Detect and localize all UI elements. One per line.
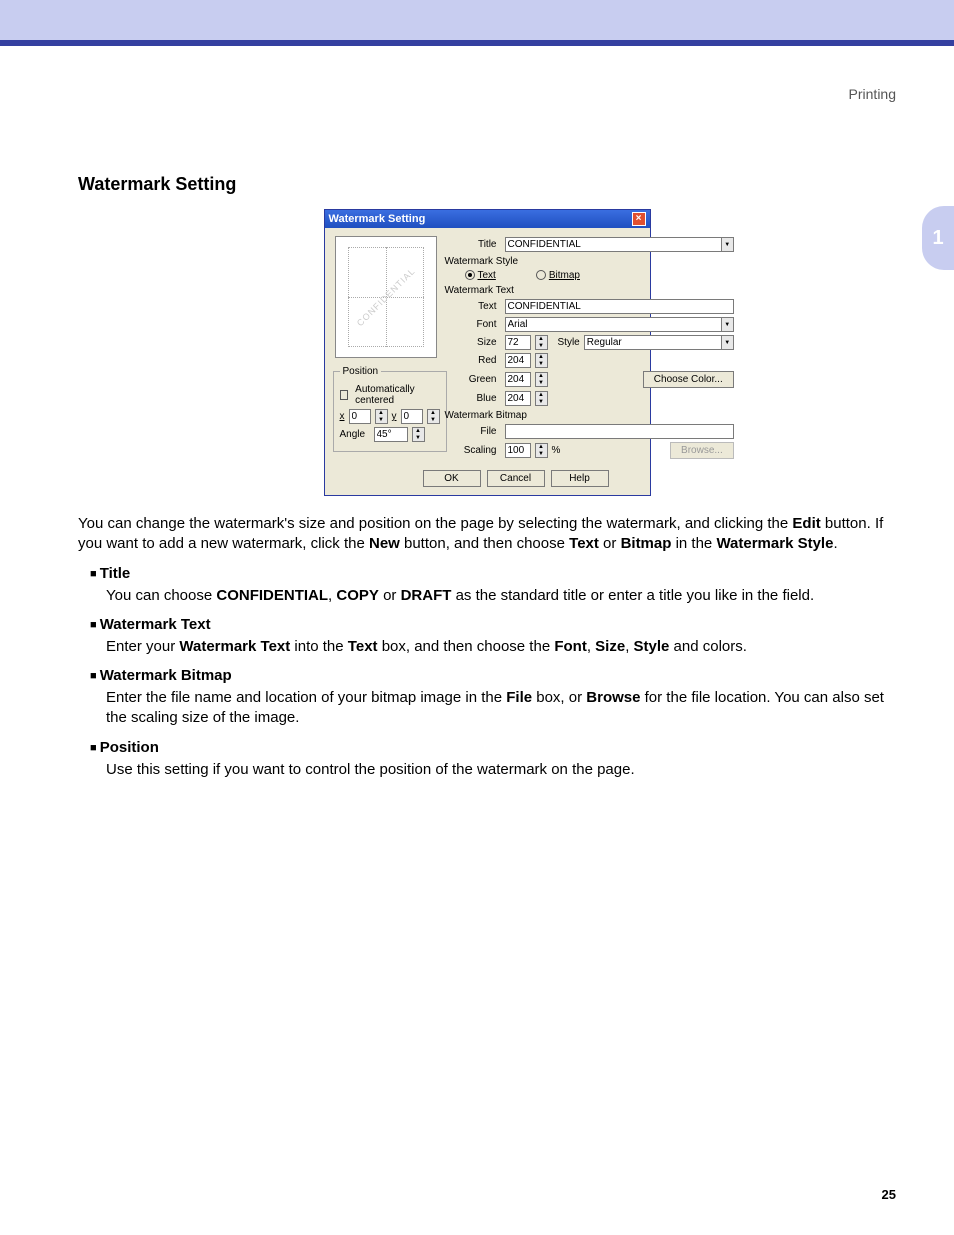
intro-paragraph: You can change the watermark's size and … <box>78 514 896 555</box>
title-combo[interactable] <box>505 237 721 252</box>
green-spinner[interactable]: ▲▼ <box>535 372 548 387</box>
chapter-tab: 1 <box>922 206 954 270</box>
cancel-button[interactable]: Cancel <box>487 470 545 487</box>
style-label: Style <box>558 337 580 348</box>
choose-color-button[interactable]: Choose Color... <box>643 371 734 388</box>
bullet-position: Position <box>90 739 896 756</box>
green-label: Green <box>445 374 501 385</box>
red-spinner[interactable]: ▲▼ <box>535 353 548 368</box>
section-title: Watermark Setting <box>78 174 896 195</box>
auto-center-checkbox[interactable] <box>340 390 349 400</box>
help-button[interactable]: Help <box>551 470 609 487</box>
bullet-watermark-text-body: Enter your Watermark Text into the Text … <box>106 637 896 657</box>
style-text-radio[interactable]: Text <box>465 270 496 281</box>
style-bitmap-radio[interactable]: Bitmap <box>536 270 580 281</box>
title-label: Title <box>445 239 501 250</box>
bullet-title: Title <box>90 565 896 582</box>
auto-center-label: Automatically centered <box>355 384 439 406</box>
style-combo[interactable] <box>584 335 721 350</box>
scaling-label: Scaling <box>445 445 501 456</box>
y-label: y <box>392 411 397 422</box>
file-input[interactable] <box>505 424 734 439</box>
blue-label: Blue <box>445 393 501 404</box>
file-label: File <box>445 426 501 437</box>
browse-button[interactable]: Browse... <box>670 442 734 459</box>
position-legend: Position <box>340 366 382 377</box>
style-group-label: Watermark Style <box>445 256 734 267</box>
angle-spinner[interactable]: ▲▼ <box>412 427 425 442</box>
bullet-position-body: Use this setting if you want to control … <box>106 760 896 780</box>
title-dropdown-icon[interactable]: ▼ <box>721 237 734 252</box>
size-label: Size <box>445 337 501 348</box>
dialog-titlebar: Watermark Setting × <box>325 210 650 228</box>
bullet-watermark-bitmap-body: Enter the file name and location of your… <box>106 688 896 729</box>
page-number: 25 <box>882 1187 896 1202</box>
blue-spinner[interactable]: ▲▼ <box>535 391 548 406</box>
red-input[interactable] <box>505 353 531 368</box>
text-label: Text <box>445 301 501 312</box>
y-input[interactable] <box>401 409 423 424</box>
font-label: Font <box>445 319 501 330</box>
x-label: x <box>340 411 345 422</box>
text-input[interactable] <box>505 299 734 314</box>
top-header-strip <box>0 0 954 46</box>
position-group: Position Automatically centered x ▲▼ y <box>333 366 447 452</box>
dialog-title: Watermark Setting <box>329 210 426 228</box>
size-input[interactable] <box>505 335 531 350</box>
size-spinner[interactable]: ▲▼ <box>535 335 548 350</box>
ok-button[interactable]: OK <box>423 470 481 487</box>
y-spinner[interactable]: ▲▼ <box>427 409 440 424</box>
close-icon[interactable]: × <box>632 212 646 226</box>
running-header: Printing <box>849 86 896 102</box>
bullet-title-body: You can choose CONFIDENTIAL, COPY or DRA… <box>106 586 896 606</box>
x-spinner[interactable]: ▲▼ <box>375 409 388 424</box>
style-dropdown-icon[interactable]: ▼ <box>721 335 734 350</box>
red-label: Red <box>445 355 501 366</box>
x-input[interactable] <box>349 409 371 424</box>
watermark-preview: CONFIDENTIAL <box>335 236 437 358</box>
scaling-input[interactable] <box>505 443 531 458</box>
font-dropdown-icon[interactable]: ▼ <box>721 317 734 332</box>
font-combo[interactable] <box>505 317 721 332</box>
watermark-setting-dialog: Watermark Setting × CONFIDENTIAL Positio… <box>324 209 651 496</box>
scaling-spinner[interactable]: ▲▼ <box>535 443 548 458</box>
angle-input[interactable] <box>374 427 408 442</box>
blue-input[interactable] <box>505 391 531 406</box>
bullet-watermark-text: Watermark Text <box>90 616 896 633</box>
bullet-watermark-bitmap: Watermark Bitmap <box>90 667 896 684</box>
scaling-unit: % <box>552 445 561 456</box>
green-input[interactable] <box>505 372 531 387</box>
text-group-label: Watermark Text <box>445 285 734 296</box>
bitmap-group-label: Watermark Bitmap <box>445 410 734 421</box>
angle-label: Angle <box>340 429 370 440</box>
